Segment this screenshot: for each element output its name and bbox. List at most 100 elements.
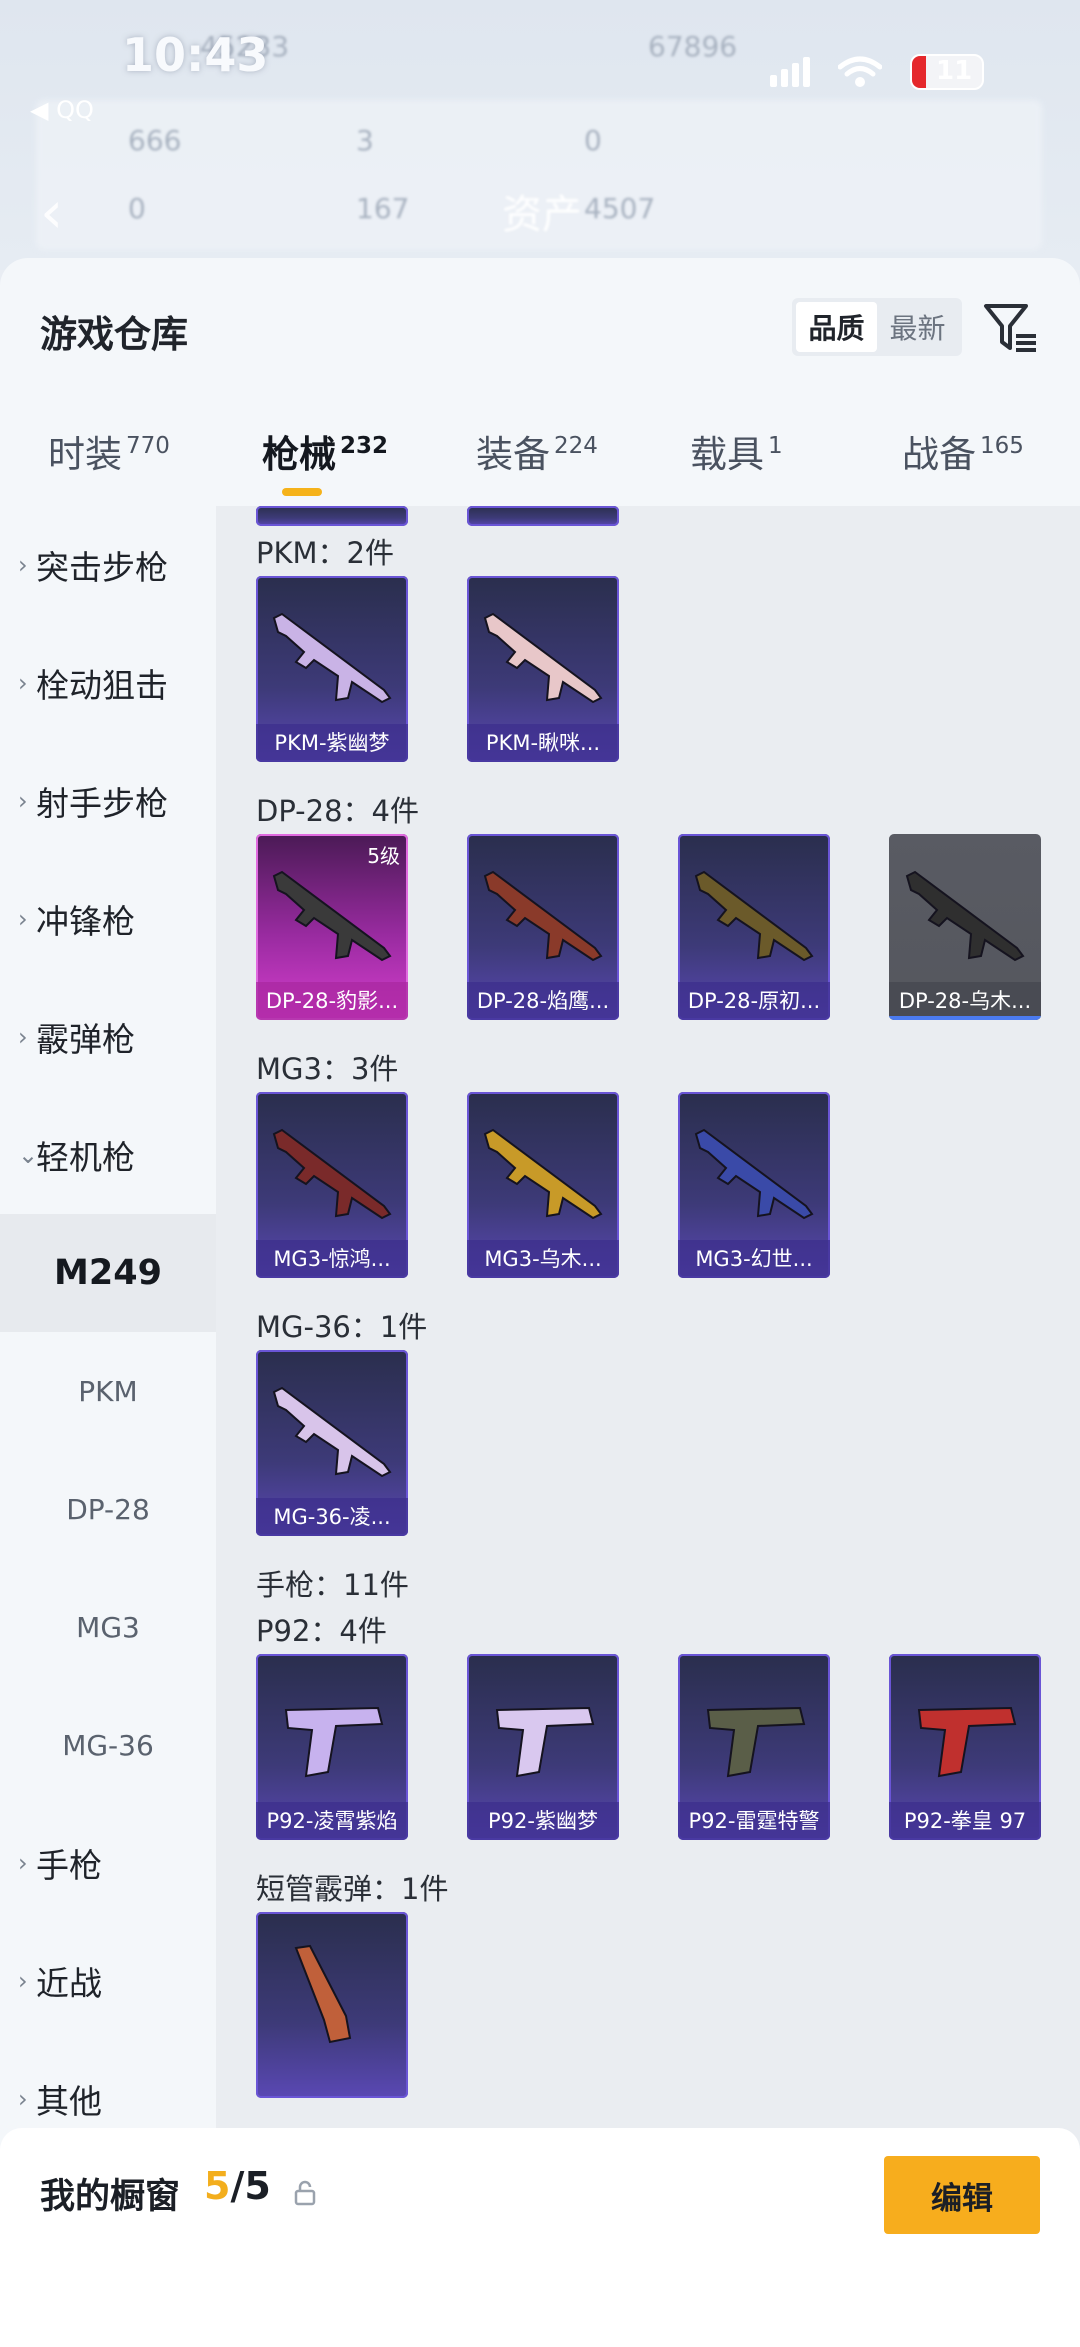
sidebar-subcategory[interactable]: PKM [0, 1332, 216, 1450]
tab-active-indicator [282, 488, 322, 496]
tab-vehicles[interactable]: 载具 1 [690, 424, 783, 478]
chevron-right-icon: › [18, 905, 28, 933]
filter-icon[interactable] [980, 298, 1040, 358]
tab-count: 165 [980, 433, 1024, 459]
bg-value: 0 [128, 192, 146, 225]
showcase-bar: 我的橱窗 5/5 编辑 [0, 2128, 1080, 2347]
item-card-partial[interactable] [467, 506, 619, 526]
rifle-icon [483, 1128, 603, 1220]
item-card[interactable]: MG3-幻世... [678, 1092, 830, 1278]
group-title: MG-36：1件 [256, 1310, 428, 1344]
rifle-icon [272, 1128, 392, 1220]
item-card[interactable]: P92-凌霄紫焰 [256, 1654, 408, 1840]
category-tabs: 时装 770 枪械 232 装备 224 载具 1 战备 165 [0, 424, 1080, 498]
back-chevron-icon[interactable]: ‹ [40, 178, 63, 246]
showcase-title: 我的橱窗 [40, 2177, 181, 2217]
item-card[interactable]: MG-36-凌... [256, 1350, 408, 1536]
tab-label: 时装 [48, 433, 122, 476]
showcase-total: /5 [230, 2164, 271, 2208]
sort-newest-button[interactable]: 最新 [877, 302, 958, 352]
warehouse-sheet: 游戏仓库 品质 最新 时装 770 枪械 232 装备 224 载具 1 战备 165 ›… [0, 258, 1080, 2347]
item-card[interactable]: P92-拳皇 97 [889, 1654, 1041, 1840]
item-name: P92-雷霆特警 [678, 1802, 830, 1840]
item-name: MG3-幻世... [678, 1240, 830, 1278]
item-name: PKM-紫幽梦 [256, 724, 408, 762]
item-card[interactable]: MG3-惊鸿... [256, 1092, 408, 1278]
sidebar-category[interactable]: › 射手步枪 [0, 742, 216, 860]
chevron-right-icon: › [18, 1967, 28, 1995]
battery-icon: 11 [910, 54, 984, 90]
pistol-icon [706, 1706, 806, 1778]
chevron-right-icon: › [18, 1849, 28, 1877]
sidebar-category[interactable]: › 近战 [0, 1922, 216, 2040]
item-card-partial[interactable] [256, 506, 408, 526]
sidebar-category[interactable]: › 栓动狙击 [0, 624, 216, 742]
item-card[interactable]: PKM-瞅咪... [467, 576, 619, 762]
tab-count: 1 [768, 433, 783, 459]
rifle-icon [483, 870, 603, 962]
sidebar-category-label: 射手步枪 [36, 784, 168, 823]
rifle-icon [694, 1128, 814, 1220]
item-card[interactable]: 5级 DP-28-豹影... [256, 834, 408, 1020]
chevron-right-icon: › [18, 669, 28, 697]
sort-toggle: 品质 最新 [792, 298, 962, 356]
item-card[interactable]: DP-28-原初... [678, 834, 830, 1020]
rifle-icon [483, 612, 603, 704]
bg-value: 666 [128, 124, 182, 157]
tab-fashion[interactable]: 时装 770 [48, 424, 170, 478]
edit-button[interactable]: 编辑 [884, 2156, 1040, 2234]
item-name: MG-36-凌... [256, 1498, 408, 1536]
item-card[interactable]: P92-紫幽梦 [467, 1654, 619, 1840]
sidebar-category[interactable]: › 突击步枪 [0, 506, 216, 624]
item-card[interactable]: MG3-乌木... [467, 1092, 619, 1278]
sidebar-category-label: 突击步枪 [36, 548, 168, 587]
sidebar-category[interactable]: ⌄ 轻机枪 [0, 1096, 216, 1214]
item-name: DP-28-原初... [678, 982, 830, 1020]
bg-value: 3 [356, 124, 374, 157]
sidebar-subcategory[interactable]: MG-36 [0, 1686, 216, 1804]
pistol-icon [917, 1706, 1017, 1778]
sidebar-category[interactable]: › 手枪 [0, 1804, 216, 1922]
status-time: 10:43 [122, 28, 269, 82]
tab-count: 232 [340, 433, 389, 459]
sidebar-subcategory[interactable]: DP-28 [0, 1450, 216, 1568]
sidebar-category-label: 其他 [36, 2082, 102, 2121]
tab-equipment[interactable]: 装备 224 [476, 424, 598, 478]
sidebar-category-label: 轻机枪 [36, 1138, 135, 1177]
sort-quality-button[interactable]: 品质 [796, 302, 877, 352]
rifle-icon [272, 1386, 392, 1478]
item-card[interactable]: DP-28-焰鹰... [467, 834, 619, 1020]
item-card[interactable]: DP-28-乌木... [889, 834, 1041, 1020]
item-name: P92-凌霄紫焰 [256, 1802, 408, 1840]
group-title: MG3：3件 [256, 1052, 399, 1086]
chevron-right-icon: › [18, 1023, 28, 1051]
sidebar-category[interactable]: › 霰弹枪 [0, 978, 216, 1096]
tab-supplies[interactable]: 战备 165 [902, 424, 1024, 478]
back-to-app-link[interactable]: ◀ QQ [30, 96, 94, 124]
item-card[interactable]: P92-雷霆特警 [678, 1654, 830, 1840]
sidebar-category-label: 霰弹枪 [36, 1020, 135, 1059]
sidebar-category-label: 冲锋枪 [36, 902, 135, 941]
signal-icon [770, 57, 810, 87]
group-title: 短管霰弹：1件 [256, 1872, 449, 1906]
lock-icon [294, 2180, 316, 2206]
battery-level: 11 [936, 56, 973, 86]
item-name: PKM-瞅咪... [467, 724, 619, 762]
sidebar-category-label: 栓动狙击 [36, 666, 168, 705]
item-card[interactable]: PKM-紫幽梦 [256, 576, 408, 762]
item-card[interactable] [256, 1912, 408, 2098]
pistol-icon [495, 1706, 595, 1778]
shotgun-icon [294, 1944, 352, 2044]
sidebar-category[interactable]: › 冲锋枪 [0, 860, 216, 978]
sheet-header: 游戏仓库 品质 最新 [0, 258, 1080, 356]
chevron-down-icon: ⌄ [18, 1141, 39, 1169]
group-title: PKM：2件 [256, 536, 394, 570]
sidebar-subcategory[interactable]: MG3 [0, 1568, 216, 1686]
tab-guns[interactable]: 枪械 232 [262, 424, 389, 496]
weapon-grid: PKM：2件 PKM-紫幽梦 PKM-瞅咪... DP-28：4件 5级 DP-28-豹影… [216, 506, 1080, 2347]
bg-value: 4507 [584, 192, 656, 225]
sidebar-category-label: 近战 [36, 1964, 102, 2003]
sidebar-subcategory[interactable]: M249 [0, 1214, 216, 1332]
rifle-icon [694, 870, 814, 962]
group-title: 手枪：11件 [256, 1568, 409, 1602]
